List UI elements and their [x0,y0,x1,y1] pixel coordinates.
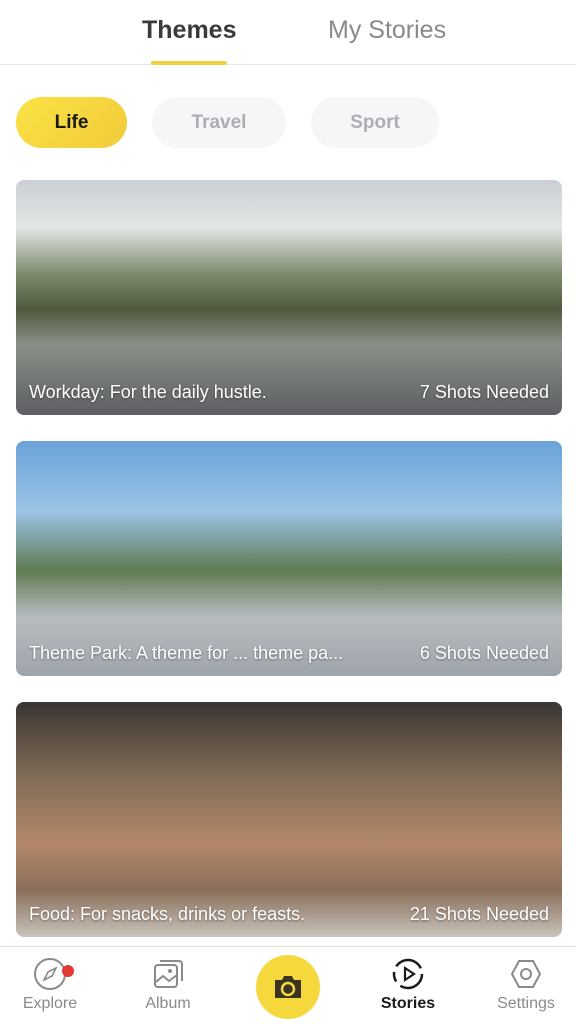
nav-settings[interactable]: Settings [476,957,576,1013]
album-icon [154,960,183,988]
active-tab-indicator [151,61,227,65]
camera-icon [275,976,301,998]
nav-label: Album [145,995,191,1012]
tab-my-stories[interactable]: My Stories [328,16,446,45]
stories-icon [392,958,424,990]
camera-button[interactable] [256,955,320,1019]
shots-needed: 21 Shots Needed [409,904,549,924]
nav-label: Settings [497,995,555,1012]
theme-title: Theme Park: A theme for ... theme pa... [29,643,344,663]
nav-label: Stories [380,995,436,1012]
tab-themes[interactable]: Themes [142,16,236,45]
shots-needed: 7 Shots Needed [419,382,549,402]
nav-album[interactable]: Album [118,957,218,1013]
settings-icon [510,960,542,988]
shots-needed: 6 Shots Needed [419,643,549,663]
category-life[interactable]: Life [16,97,127,148]
theme-card-theme-park[interactable]: Theme Park: A theme for ... theme pa... 6… [16,441,562,676]
nav-stories[interactable]: Stories [358,957,458,1013]
category-sport[interactable]: Sport [311,97,439,148]
theme-card-workday[interactable]: Workday: For the daily hustle. 7 Shots Ne… [16,180,562,415]
theme-card-food[interactable]: Food: For snacks, drinks or feasts. 21 Sh… [16,702,562,937]
top-tabs: Themes My Stories [0,0,576,65]
category-travel[interactable]: Travel [152,97,286,148]
nav-explore[interactable]: Explore [0,957,100,1013]
bottom-nav: Explore Album Stories Settings [0,946,576,1024]
nav-label: Explore [22,995,78,1012]
notification-badge [62,965,74,977]
theme-title: Food: For snacks, drinks or feasts. [29,904,306,924]
theme-title: Workday: For the daily hustle. [29,382,267,402]
